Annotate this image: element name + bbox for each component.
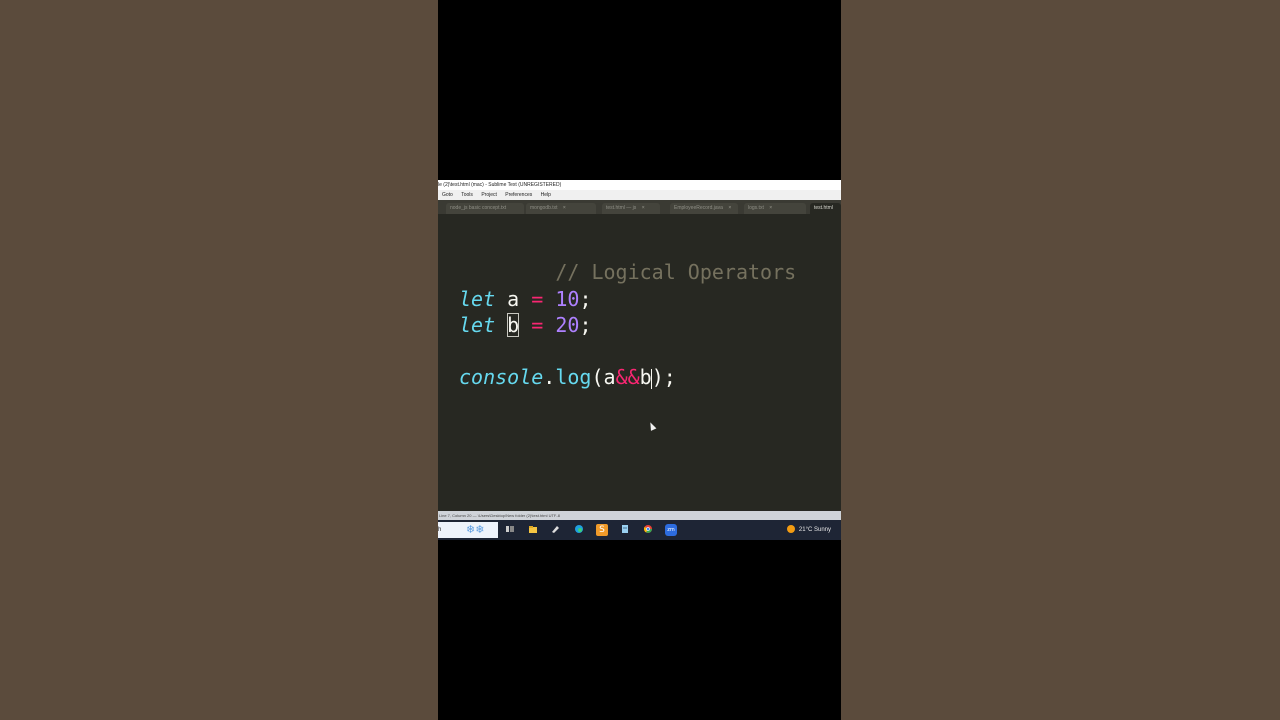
semicolon: ; <box>579 313 592 337</box>
menu-project[interactable]: Project <box>481 192 497 198</box>
file-explorer-icon[interactable] <box>527 524 539 536</box>
tab-test-html-js[interactable]: test.html — js × <box>602 203 660 214</box>
tab-close-icon[interactable]: × <box>728 205 731 211</box>
code-line-3: let a = 10; <box>459 286 592 312</box>
search-text: h <box>438 527 442 533</box>
menu-help[interactable]: Help <box>541 192 551 198</box>
windows-taskbar: h ❄❄ S zm 21°C Sunny <box>438 520 841 540</box>
number-value: 20 <box>555 313 580 337</box>
tab-node-js-basic-concept[interactable]: node_js basic concept.txt <box>446 203 524 214</box>
sublime-icon-glyph: S <box>599 525 605 535</box>
zoom-label: zm <box>667 527 675 533</box>
video-frame: le (2)\test.html (mac) - Sublime Text (U… <box>438 0 841 720</box>
paint-icon[interactable] <box>550 524 562 536</box>
weather-text: 21°C Sunny <box>798 527 831 533</box>
tab-close-icon[interactable]: × <box>563 205 566 211</box>
identifier-b-highlighted: b <box>507 313 520 337</box>
menu-tools[interactable]: Tools <box>461 192 473 198</box>
tab-label: test.html — js <box>606 205 637 211</box>
sun-icon <box>786 525 795 534</box>
paren-close-semicolon: ); <box>651 365 676 389</box>
code-editor[interactable]: // Logical Operators let a = 10; let b =… <box>438 214 841 511</box>
keyword-let: let <box>459 287 496 311</box>
menu-goto[interactable]: Goto <box>442 192 453 198</box>
tab-label: EmployeeRecord.java <box>674 205 723 211</box>
tab-logs[interactable]: logs.txt × <box>744 203 806 214</box>
comment-token: // Logical Operators <box>555 260 797 284</box>
tab-mongodb[interactable]: mongodb.txt × <box>526 203 596 214</box>
keyword-let: let <box>459 313 496 337</box>
log-method: log <box>555 365 592 389</box>
tab-label: logs.txt <box>748 205 764 211</box>
weather-widget[interactable]: 21°C Sunny <box>786 520 831 540</box>
tab-bar: node_js basic concept.txt mongodb.txt × … <box>438 200 841 214</box>
snowflake-icon: ❄❄ <box>466 524 485 536</box>
mouse-pointer-icon <box>647 421 657 431</box>
menu-preferences[interactable]: Preferences <box>505 192 532 198</box>
sublime-text-window: le (2)\test.html (mac) - Sublime Text (U… <box>438 180 841 540</box>
code-line-1: // Logical Operators <box>459 233 796 284</box>
tab-label: node_js basic concept.txt <box>450 205 507 211</box>
paren-open: ( <box>591 365 604 389</box>
tab-close-icon[interactable]: × <box>769 205 772 211</box>
window-title: le (2)\test.html (mac) - Sublime Text (U… <box>438 180 841 190</box>
dot: . <box>543 365 556 389</box>
operator-assign: = <box>531 287 544 311</box>
chrome-browser-icon[interactable] <box>642 524 654 536</box>
operator-and: && <box>615 365 640 389</box>
tab-close-icon[interactable]: × <box>642 205 645 211</box>
taskbar-search[interactable]: h ❄❄ <box>438 522 498 538</box>
identifier-a: a <box>603 365 616 389</box>
zoom-app-icon[interactable]: zm <box>665 524 677 536</box>
tab-employee-record[interactable]: EmployeeRecord.java × <box>670 203 738 214</box>
sublime-text-taskbar-icon[interactable]: S <box>596 524 608 536</box>
tab-label: test.html <box>814 205 833 211</box>
identifier-a: a <box>507 287 520 311</box>
status-bar: Line 7, Column 20 — \Users\Desktop\New f… <box>438 511 841 520</box>
code-line-6: console.log(a&&b); <box>459 364 676 390</box>
console-object: console <box>459 365 544 389</box>
semicolon: ; <box>579 287 592 311</box>
tab-test-html-active[interactable]: test.html <box>810 203 841 214</box>
operator-assign: = <box>531 313 544 337</box>
notepad-icon[interactable] <box>619 524 631 536</box>
edge-browser-icon[interactable] <box>573 524 585 536</box>
code-line-4: let b = 20; <box>459 312 592 338</box>
menu-bar: Goto Tools Project Preferences Help <box>438 190 841 200</box>
tab-label: mongodb.txt <box>530 205 558 211</box>
number-value: 10 <box>555 287 580 311</box>
task-view-icon[interactable] <box>504 524 516 536</box>
